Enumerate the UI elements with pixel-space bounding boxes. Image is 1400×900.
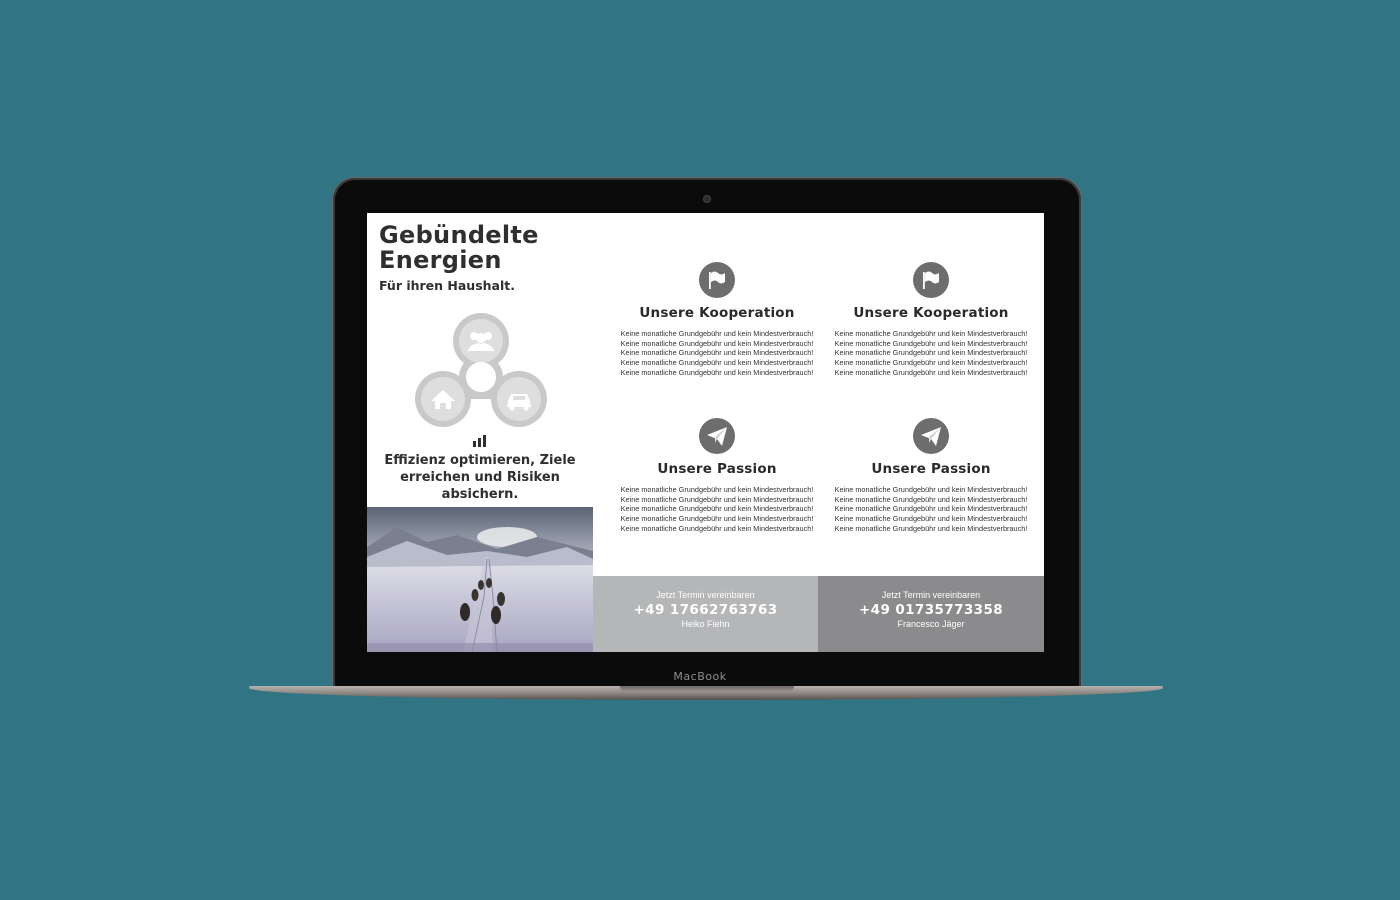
- title-line-2: Energien: [379, 246, 502, 274]
- flag-icon: [913, 262, 949, 298]
- feature-text: Keine monatliche Grundgebühr und kein Mi…: [620, 329, 814, 377]
- webcam: [704, 196, 710, 202]
- tagline: Effizienz optimieren, Ziele erreichen un…: [384, 453, 576, 502]
- contact-phone[interactable]: +49 17662763763: [593, 602, 818, 618]
- contact-box-heiko[interactable]: Jetzt Termin vereinbaren +49 17662763763…: [593, 576, 818, 652]
- contact-label: Jetzt Termin vereinbaren: [656, 590, 755, 600]
- laptop-brand-label: MacBook: [673, 670, 727, 683]
- feature-title: Unsere Passion: [871, 461, 991, 477]
- laptop-hinge-notch: [620, 686, 794, 692]
- energy-spinner-graphic: [415, 313, 547, 427]
- feature-card: Unsere Kooperation Keine monatliche Grun…: [831, 262, 1031, 378]
- paper-plane-icon: [699, 418, 735, 454]
- feature-text: Keine monatliche Grundgebühr und kein Mi…: [834, 485, 1028, 533]
- contact-label: Jetzt Termin vereinbaren: [881, 590, 981, 600]
- website-screen: Gebündelte Energien Für ihren Haushalt.: [367, 213, 1044, 652]
- feature-title: Unsere Passion: [657, 461, 777, 477]
- contact-phone[interactable]: +49 01735773358: [818, 602, 1044, 618]
- feature-text: Keine monatliche Grundgebühr und kein Mi…: [620, 485, 814, 533]
- feature-title: Unsere Kooperation: [639, 305, 795, 321]
- page-title: Gebündelte Energien: [379, 223, 579, 273]
- flag-icon: [699, 262, 735, 298]
- feature-card: Unsere Kooperation Keine monatliche Grun…: [617, 262, 817, 378]
- page-subtitle: Für ihren Haushalt.: [379, 278, 515, 293]
- paper-plane-icon: [913, 418, 949, 454]
- feature-card: Unsere Passion Keine monatliche Grundgeb…: [831, 418, 1031, 534]
- title-line-1: Gebündelte: [379, 221, 539, 249]
- contact-name: Francesco Jäger: [897, 619, 965, 629]
- sled-dogs-photo: [367, 507, 593, 652]
- feature-card: Unsere Passion Keine monatliche Grundgeb…: [617, 418, 817, 534]
- bar-chart-icon: [473, 435, 486, 447]
- feature-text: Keine monatliche Grundgebühr und kein Mi…: [834, 329, 1028, 377]
- hero-column: Gebündelte Energien Für ihren Haushalt.: [367, 213, 593, 652]
- feature-title: Unsere Kooperation: [853, 305, 1009, 321]
- contact-box-francesco[interactable]: Jetzt Termin vereinbaren +49 01735773358…: [818, 576, 1044, 652]
- contact-name: Heiko Fiehn: [681, 619, 730, 629]
